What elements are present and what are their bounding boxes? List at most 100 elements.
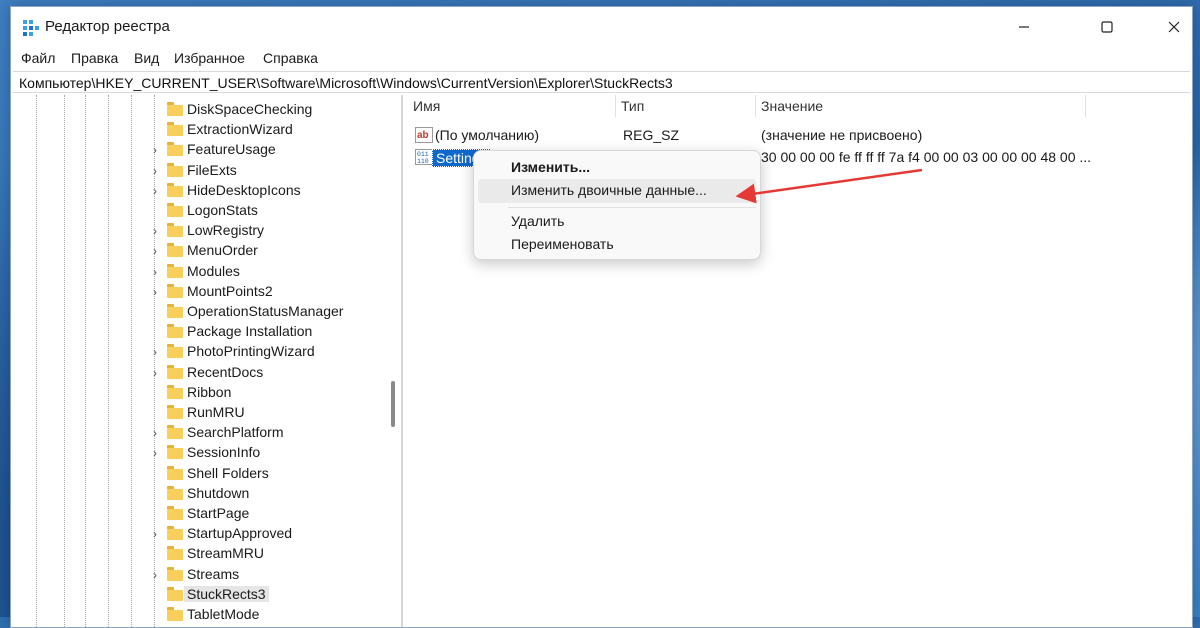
- expand-chevron-icon[interactable]: ›: [150, 143, 160, 157]
- folder-icon: [167, 203, 183, 217]
- tree-item[interactable]: Ribbon: [13, 383, 389, 403]
- folder-icon: [167, 586, 183, 601]
- tree-item-label: Modules: [187, 262, 240, 279]
- menu-item-modify-binary[interactable]: Изменить двоичные данные...: [478, 179, 756, 203]
- context-menu: Изменить... Изменить двоичные данные... …: [473, 150, 761, 260]
- expand-chevron-icon[interactable]: ›: [150, 244, 160, 258]
- expand-chevron-icon[interactable]: ›: [150, 345, 160, 359]
- menu-help[interactable]: Справка: [261, 49, 320, 67]
- tree-item[interactable]: › SessionInfo: [13, 443, 389, 463]
- expand-chevron-icon[interactable]: ›: [150, 164, 160, 178]
- tree-item[interactable]: › RecentDocs: [13, 363, 389, 383]
- minimize-icon: [1019, 26, 1029, 28]
- folder-icon: [167, 324, 183, 339]
- scrollbar-thumb[interactable]: [391, 381, 395, 427]
- menu-item-label: Изменить двоичные данные...: [511, 182, 707, 198]
- address-bar[interactable]: Компьютер\HKEY_CURRENT_USER\Software\Mic…: [13, 71, 1190, 93]
- tree-scrollbar[interactable]: [389, 95, 401, 627]
- tree-item[interactable]: › PhotoPrintingWizard: [13, 342, 389, 362]
- tree-item[interactable]: StreamMRU: [13, 544, 389, 564]
- tree-item-label: SessionInfo: [187, 444, 261, 461]
- menu-item-label: Переименовать: [511, 236, 614, 252]
- column-header-name[interactable]: Имя: [407, 95, 440, 117]
- folder-icon: [167, 566, 183, 581]
- menu-item-delete[interactable]: Удалить: [478, 210, 756, 234]
- expand-chevron-icon[interactable]: ›: [150, 568, 160, 582]
- tree-item-label: PhotoPrintingWizard: [187, 343, 315, 360]
- expand-chevron-icon[interactable]: ›: [150, 426, 160, 440]
- menu-view[interactable]: Вид: [132, 49, 161, 67]
- tree-item-label: FeatureUsage: [187, 141, 276, 158]
- expand-chevron-icon[interactable]: ›: [150, 224, 160, 238]
- value-type: REG_SZ: [623, 127, 680, 143]
- maximize-icon: [1101, 21, 1113, 33]
- tree-item[interactable]: Package Installation: [13, 322, 389, 342]
- tree-item[interactable]: Shutdown: [13, 484, 389, 504]
- expand-chevron-icon[interactable]: ›: [150, 184, 160, 198]
- menu-favorites[interactable]: Избранное: [172, 49, 247, 67]
- tree-item-label: StuckRects3: [184, 585, 269, 602]
- folder-icon: [167, 405, 183, 419]
- tree-item[interactable]: › FileExts: [13, 161, 389, 181]
- tree-item-label: StartupApproved: [187, 525, 293, 542]
- tree-item[interactable]: › Modules: [13, 262, 389, 282]
- tree-item[interactable]: › LowRegistry: [13, 221, 389, 241]
- tree-item-label: Shell Folders: [187, 464, 269, 481]
- tree-item[interactable]: DiskSpaceChecking: [13, 100, 389, 120]
- column-header-type[interactable]: Тип: [615, 95, 644, 117]
- folder-icon: [167, 142, 183, 157]
- expand-chevron-icon[interactable]: ›: [150, 366, 160, 380]
- folder-icon: [167, 506, 183, 520]
- expand-chevron-icon[interactable]: ›: [150, 285, 160, 299]
- tree-item-label: RecentDocs: [187, 363, 264, 380]
- folder-icon: [167, 445, 183, 460]
- column-separator[interactable]: [1085, 95, 1086, 117]
- key-tree: DiskSpaceChecking ExtractionWizard › Featur…: [13, 95, 389, 627]
- tree-item[interactable]: › Streams: [13, 565, 389, 585]
- value-name: (По умолчанию): [435, 127, 540, 143]
- expand-chevron-icon[interactable]: ›: [150, 446, 160, 460]
- close-icon: [1168, 21, 1180, 33]
- tree-item[interactable]: StartPage: [13, 504, 389, 524]
- tree-item[interactable]: LogonStats: [13, 201, 389, 221]
- value-data: 30 00 00 00 fe ff ff ff 7a f4 00 00 03 0…: [761, 149, 1092, 165]
- value-data: (значение не присвоено): [761, 127, 923, 143]
- folder-icon: [167, 344, 183, 359]
- menu-edit[interactable]: Правка: [69, 49, 120, 67]
- folder-icon: [167, 304, 183, 318]
- tree-item-label: HideDesktopIcons: [187, 181, 301, 198]
- folder-icon: [167, 364, 183, 379]
- tree-item-label: LogonStats: [187, 202, 258, 218]
- tree-item[interactable]: › MountPoints2: [13, 282, 389, 302]
- folder-icon: [167, 263, 183, 278]
- expand-chevron-icon[interactable]: ›: [150, 265, 160, 279]
- expand-chevron-icon[interactable]: ›: [150, 527, 160, 541]
- tree-item[interactable]: OperationStatusManager: [13, 302, 389, 322]
- close-button[interactable]: [1151, 7, 1197, 47]
- tree-item[interactable]: ExtractionWizard: [13, 120, 389, 140]
- tree-item-label: StartPage: [187, 505, 250, 521]
- tree-item[interactable]: › StartupApproved: [13, 524, 389, 544]
- tree-item[interactable]: › HideDesktopIcons: [13, 181, 389, 201]
- maximize-button[interactable]: [1084, 7, 1130, 47]
- folder-icon: [167, 526, 183, 541]
- tree-item[interactable]: › SearchPlatform: [13, 423, 389, 443]
- window-title: Редактор реестра: [45, 18, 170, 35]
- tree-item[interactable]: RunMRU: [13, 403, 389, 423]
- minimize-button[interactable]: [1001, 7, 1047, 47]
- menu-file[interactable]: Файл: [19, 49, 57, 67]
- svg-text:011: 011: [417, 151, 429, 158]
- folder-icon: [167, 425, 183, 440]
- column-header-value[interactable]: Значение: [755, 95, 823, 117]
- menu-item-modify[interactable]: Изменить...: [478, 156, 756, 180]
- tree-item[interactable]: StuckRects3: [13, 585, 389, 605]
- tree-item[interactable]: Shell Folders: [13, 464, 389, 484]
- tree-item-label: StreamMRU: [187, 545, 265, 562]
- folder-icon: [167, 546, 183, 561]
- menu-item-rename[interactable]: Переименовать: [478, 233, 756, 257]
- tree-item[interactable]: › MenuOrder: [13, 241, 389, 261]
- tree-item-label: OperationStatusManager: [187, 303, 344, 319]
- tree-item[interactable]: › FeatureUsage: [13, 140, 389, 160]
- value-row-default[interactable]: ab (По умолчанию) REG_SZ (значение не пр…: [403, 124, 1192, 146]
- tree-item[interactable]: TabletMode: [13, 605, 389, 625]
